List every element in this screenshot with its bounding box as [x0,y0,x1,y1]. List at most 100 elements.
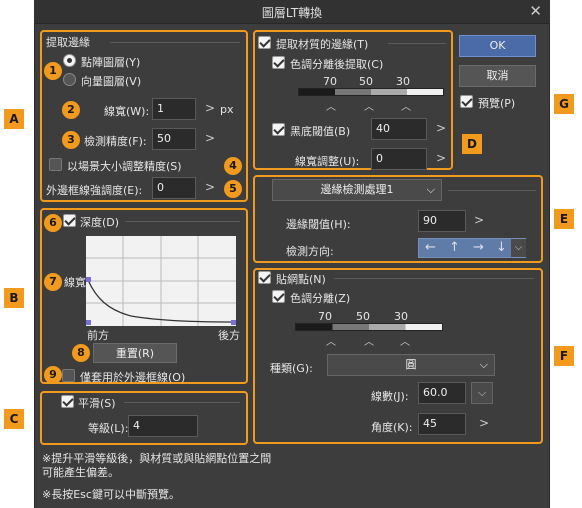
detect-direction-label: 檢測方向: [286,245,334,258]
texture-edge-title: 提取材質的邊緣(T) [276,38,369,51]
curve-line-width-label: 線寬 [64,276,86,289]
halftone-lines-field[interactable]: 60.0 [418,382,466,404]
texture-poster-value-50: 50 [359,75,373,88]
marker-b: B [4,288,24,308]
line-width-adjust-label: 線寬調整(U): [295,155,360,168]
halftone-angle-chevron-icon[interactable]: > [479,416,489,430]
reset-button[interactable]: 重置(R) [93,343,177,363]
edge-mode-select[interactable]: 邊緣檢測處理1 ⌵ [272,179,442,201]
halftone-handle-2-icon[interactable]: ︿ [364,333,374,348]
texture-poster-value-30: 30 [396,75,410,88]
raster-radio[interactable] [63,54,76,67]
marker-8: 8 [72,344,90,362]
title-bar: 圖層LT轉換 ✕ [34,0,550,24]
apply-outer-checkbox[interactable] [62,369,75,382]
marker-6: 6 [44,214,62,232]
black-threshold-checkbox[interactable] [272,123,285,136]
apply-outer-label: 僅套用於外邊框線(O) [80,371,186,384]
window-title: 圖層LT轉換 [261,6,323,20]
line-width-unit: px [220,103,234,116]
line-width-label: 線寬(W): [104,105,150,118]
smooth-checkbox[interactable] [61,395,74,408]
halftone-posterize-label: 色調分離(Z) [290,292,351,305]
arrow-down-icon[interactable]: ↓ [496,240,507,255]
black-threshold-label: 黑底閾值(B) [290,125,351,138]
arrow-right-icon[interactable]: → [473,240,484,255]
halftone-type-label: 種類(G): [270,362,313,375]
halftone-angle-label: 角度(K): [371,421,413,434]
marker-5: 5 [224,180,242,198]
texture-poster-value-70: 70 [323,75,337,88]
halftone-checkbox[interactable] [258,271,271,284]
edge-threshold-label: 邊緣閾值(H): [286,218,351,231]
black-threshold-chevron-icon[interactable]: > [436,121,446,135]
outer-strength-field[interactable]: 0 [152,177,196,199]
halftone-type-select[interactable]: 圓 ⌵ [327,354,495,376]
marker-e: E [554,209,574,229]
front-label: 前方 [87,329,109,342]
line-width-adjust-chevron-icon[interactable]: > [436,151,446,165]
texture-poster-bar [298,88,444,96]
scale-adjust-checkbox[interactable] [49,158,62,171]
precision-field[interactable]: 50 [152,128,196,150]
precision-label: 檢測精度(F): [84,135,147,148]
edge-threshold-field[interactable]: 90 [418,210,466,232]
marker-a: A [4,109,24,129]
marker-d: D [462,134,482,154]
marker-2: 2 [62,101,80,119]
close-icon[interactable]: ✕ [529,2,542,20]
halftone-handle-1-icon[interactable]: ︿ [326,333,336,348]
raster-radio-label: 點陣圖層(Y) [81,56,141,69]
note-line-3: ※長按Esc鍵可以中斷預覽。 [42,488,180,501]
line-width-chevron-icon[interactable]: > [205,101,215,115]
texture-posterize-label: 色調分離後提取(C) [290,58,384,71]
smooth-level-label: 等級(L): [88,422,129,435]
chevron-down-icon: ⌵ [426,183,435,196]
extract-edge-title: 提取邊緣 [46,36,90,49]
halftone-lines-dropdown-icon[interactable]: ⌵ [471,382,493,404]
halftone-poster-bar [295,323,443,331]
arrow-up-icon[interactable]: ↑ [449,240,460,255]
texture-handle-2-icon[interactable]: ︿ [364,98,374,113]
depth-title: 深度(D) [80,216,120,229]
halftone-type-value: 圓 [405,358,417,371]
marker-3: 3 [62,131,80,149]
detect-direction-control[interactable]: ← ↑ → ↓ ⌵ [418,238,526,258]
halftone-posterize-checkbox[interactable] [272,290,285,303]
edge-threshold-chevron-icon[interactable]: > [474,213,484,227]
texture-handle-3-icon[interactable]: ︿ [401,98,411,113]
black-threshold-field[interactable]: 40 [371,118,427,140]
texture-edge-checkbox[interactable] [258,36,271,49]
marker-1: 1 [44,62,62,80]
vector-radio-label: 向量圖層(V) [81,75,142,88]
direction-dropdown-icon[interactable]: ⌵ [511,239,526,257]
line-width-field[interactable]: 1 [152,98,196,120]
note-line-2: 可能產生偏差。 [42,466,119,479]
smooth-level-field[interactable]: 4 [128,415,198,437]
edge-mode-value: 邊緣檢測處理1 [320,183,394,196]
depth-curve-graph[interactable] [86,236,236,326]
marker-f: F [554,346,574,366]
texture-posterize-checkbox[interactable] [272,56,285,69]
ok-button[interactable]: OK [459,35,536,57]
outer-strength-chevron-icon[interactable]: > [205,180,215,194]
marker-7: 7 [44,273,62,291]
smooth-title: 平滑(S) [78,397,116,410]
halftone-angle-field[interactable]: 45 [418,413,466,435]
preview-checkbox[interactable] [460,95,473,108]
arrow-left-icon[interactable]: ← [425,240,436,255]
texture-handle-1-icon[interactable]: ︿ [326,98,336,113]
marker-4: 4 [224,157,242,175]
halftone-poster-value-70: 70 [318,310,332,323]
line-width-adjust-field[interactable]: 0 [371,148,427,170]
cancel-button[interactable]: 取消 [459,65,536,87]
vector-radio[interactable] [63,73,76,86]
halftone-poster-value-30: 30 [394,310,408,323]
marker-c: C [4,409,24,429]
marker-g: G [554,94,574,114]
preview-label: 預覽(P) [478,97,516,110]
halftone-handle-3-icon[interactable]: ︿ [400,333,410,348]
halftone-lines-label: 線數(J): [371,390,409,403]
depth-checkbox[interactable] [63,214,76,227]
precision-chevron-icon[interactable]: > [205,131,215,145]
